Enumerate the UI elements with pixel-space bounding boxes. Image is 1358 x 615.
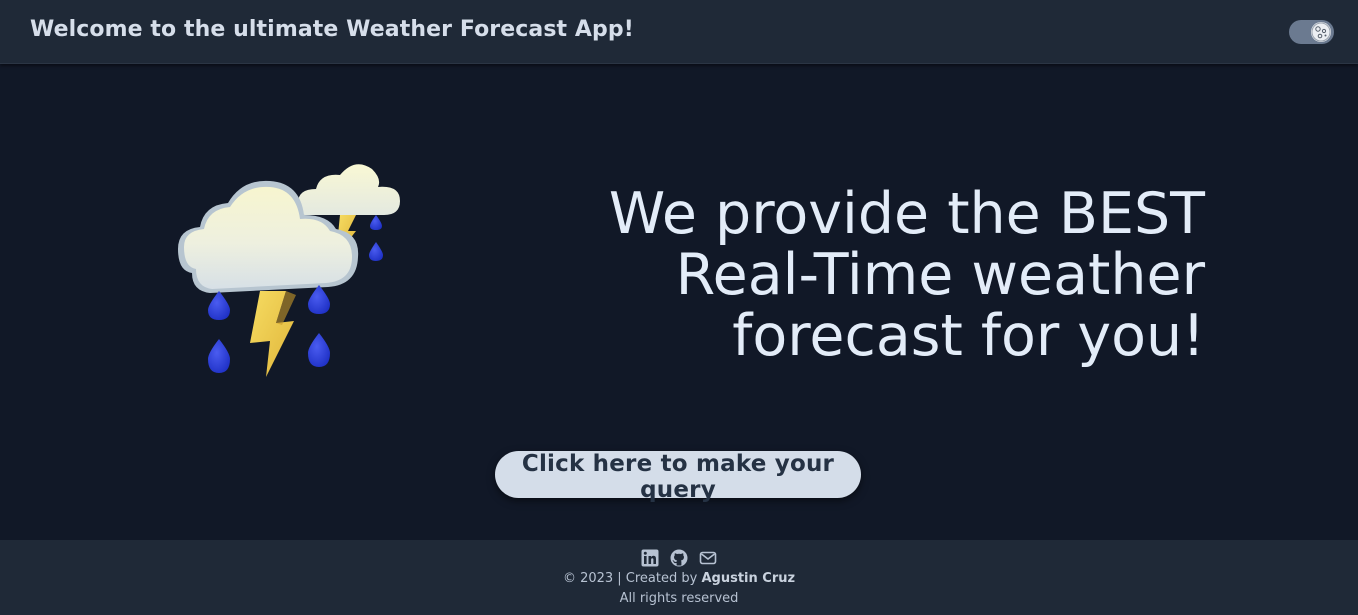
- github-icon[interactable]: [670, 549, 688, 567]
- thunderstorm-icon: [170, 145, 410, 395]
- hero-heading: We provide the BEST Real-Time weather fo…: [585, 184, 1205, 367]
- query-button[interactable]: Click here to make your query: [495, 451, 861, 503]
- footer: © 2023 | Created by Agustin Cruz All rig…: [0, 540, 1358, 615]
- author-name: Agustin Cruz: [701, 571, 796, 586]
- copyright-line: © 2023 | Created by Agustin Cruz: [0, 571, 1358, 586]
- copyright-prefix: © 2023 | Created by: [562, 571, 698, 586]
- rights-text: All rights reserved: [619, 591, 739, 606]
- theme-toggle[interactable]: [1289, 20, 1334, 44]
- hero-heading-line-1: We provide the BEST: [608, 181, 1205, 247]
- app-header: Welcome to the ultimate Weather Forecast…: [0, 0, 1358, 64]
- mail-icon[interactable]: [699, 549, 717, 567]
- moon-icon: [1311, 22, 1331, 42]
- social-links: [0, 549, 1358, 567]
- page-title: Welcome to the ultimate Weather Forecast…: [30, 17, 634, 42]
- hero-heading-line-3: forecast for you!: [732, 303, 1205, 369]
- linkedin-icon[interactable]: [641, 549, 659, 567]
- hero-heading-line-2: Real-Time weather: [675, 242, 1205, 308]
